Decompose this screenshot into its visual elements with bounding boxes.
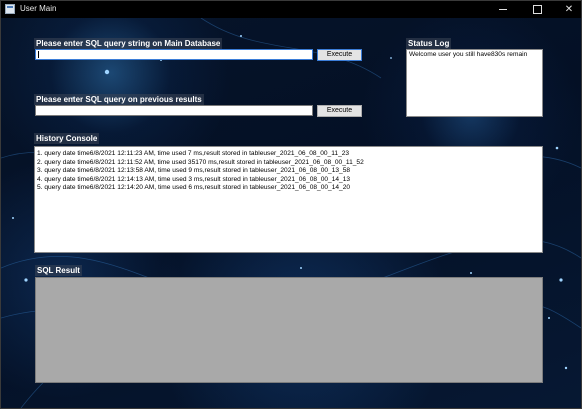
previous-query-label: Please enter SQL query on previous resul… <box>34 94 204 105</box>
window-app-icon <box>5 4 15 14</box>
previous-query-input[interactable] <box>35 105 313 116</box>
text-caret <box>38 51 39 58</box>
previous-execute-button[interactable]: Execute <box>317 105 362 117</box>
history-console-label: History Console <box>34 133 100 144</box>
maximize-button[interactable] <box>525 2 549 17</box>
minimize-icon <box>499 8 507 10</box>
history-line: 2. query date time6/8/2021 12:11:52 AM, … <box>37 158 364 166</box>
history-line: 5. query date time6/8/2021 12:14:20 AM, … <box>37 184 351 192</box>
minimize-button[interactable] <box>491 2 515 17</box>
close-icon: ✕ <box>564 4 574 15</box>
history-line: 1. query date time6/8/2021 12:11:23 AM, … <box>37 150 350 157</box>
history-line: 4. query date time6/8/2021 12:14:13 AM, … <box>37 175 351 183</box>
sql-result-label: SQL Result <box>35 265 82 276</box>
history-console-box[interactable]: 1. query date time6/8/2021 12:11:23 AM, … <box>34 146 543 253</box>
main-query-input[interactable] <box>35 49 313 60</box>
close-button[interactable]: ✕ <box>557 2 581 17</box>
main-execute-button[interactable]: Execute <box>317 49 362 61</box>
status-log-box[interactable]: Welcome user you still have830s remain <box>406 49 543 117</box>
sql-result-grid[interactable] <box>35 277 543 383</box>
window-title: User Main <box>20 4 57 13</box>
title-bar[interactable]: User Main ✕ <box>1 1 581 18</box>
status-log-text: Welcome user you still have830s remain <box>409 51 528 58</box>
user-main-window: User Main ✕ Please enter SQL query strin… <box>0 0 582 409</box>
main-query-label: Please enter SQL query string on Main Da… <box>34 38 223 49</box>
maximize-icon <box>532 5 542 14</box>
history-line: 3. query date time6/8/2021 12:13:58 AM, … <box>37 167 351 175</box>
status-log-label: Status Log <box>406 38 452 49</box>
